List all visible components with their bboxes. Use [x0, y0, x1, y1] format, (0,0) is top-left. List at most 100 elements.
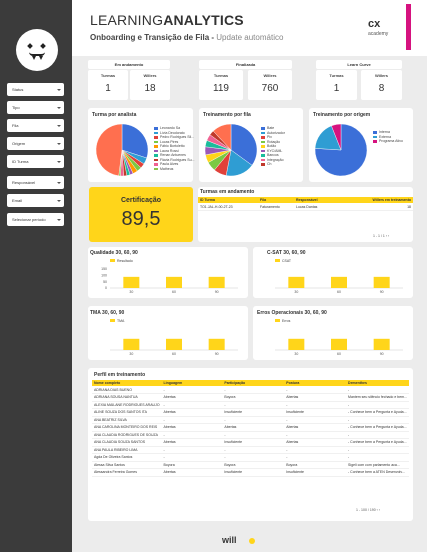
avatar-right-fang — [39, 56, 43, 60]
bar[interactable] — [288, 276, 305, 288]
legend-label: Programa Ativo — [379, 139, 403, 144]
table-row[interactable]: Alessa Silva Santos Boyora Boyora Boyora Sig… — [92, 461, 409, 469]
table-cell: Abertas — [284, 438, 347, 447]
table-cell: - — [222, 386, 285, 394]
table-cell: - — [346, 401, 409, 409]
y-tick-label: 100 — [101, 274, 107, 278]
y-tick-label: 50 — [103, 280, 107, 284]
table-row[interactable]: Agda De Oliveira Santos - - - - — [92, 453, 409, 462]
kpi-box: Turmas 119 — [199, 70, 243, 100]
chevron-down-icon — [57, 106, 61, 109]
table-row[interactable]: Alessandra Ferreira Gomes Abertas Insufici… — [92, 468, 409, 477]
filter-label: Status — [12, 87, 24, 92]
bar[interactable] — [208, 276, 225, 288]
x-tick-label: 90 — [380, 290, 384, 294]
table-cell: Sigeli com com parlamento aca... — [346, 461, 409, 469]
x-tick-label: 60 — [337, 290, 341, 294]
table-row[interactable]: TO1.JAL-H-00-2T-23 Faturamento Lucas Dan… — [198, 203, 413, 211]
bar[interactable] — [331, 338, 347, 350]
filter-tipo[interactable]: Tipo — [7, 101, 64, 114]
table-cell: - — [284, 401, 347, 409]
table-row[interactable]: ANA CAROLINA MONTEIRO DOS REIS Abertas Abe… — [92, 423, 409, 432]
pie-legend: Leonardo Sa Lívia Deodorato Pedro Rodrigue… — [154, 126, 194, 171]
kpi-box: Turmas 1 — [88, 70, 128, 100]
bar[interactable] — [123, 338, 140, 350]
table-cell: - — [161, 386, 223, 394]
table-row[interactable]: ANA PAULA RIBEIRO LIMA - - - - — [92, 446, 409, 454]
chart-title: TMA 30, 60, 90 — [90, 310, 125, 316]
table-cell: - — [222, 453, 285, 462]
table-cell: Boyora — [222, 393, 285, 402]
kpi-value: 8 — [378, 83, 385, 94]
table-cell: - — [346, 431, 409, 439]
legend-swatch — [154, 145, 158, 148]
table-cell: Alessandra Ferreira Gomes — [92, 468, 162, 477]
prev-page-icon[interactable]: ‹ — [377, 508, 378, 512]
table-row[interactable]: ANA BEATRIZ SILVA - - - - — [92, 416, 409, 424]
chevron-down-icon — [57, 218, 61, 221]
legend-swatch — [154, 149, 158, 152]
filter-origem[interactable]: Origem — [7, 137, 64, 150]
filter-id-turma[interactable]: ID Turma — [7, 155, 64, 168]
table-cell: Insuficiente — [284, 408, 347, 417]
filter-status[interactable]: Status — [7, 83, 64, 96]
table-cell: - Conhece bem a Pergunta e Ayuda... — [346, 438, 409, 447]
legend-swatch — [154, 127, 158, 130]
legend-label: Pedro Rodrigues Sil... — [160, 135, 195, 140]
bar[interactable] — [288, 338, 305, 350]
certificacao-value: 89,5 — [121, 208, 161, 230]
bar[interactable] — [331, 276, 347, 288]
bar[interactable] — [166, 276, 182, 288]
pie-card-fila: Treinamento por fila Bate Autorizador Pix R… — [199, 108, 303, 182]
table-row[interactable]: ADRIANA DIAS BUENO - - - - — [92, 386, 409, 394]
filter-periodo[interactable]: Selecionar período — [7, 213, 64, 226]
certificacao-label: Certificação — [120, 197, 162, 204]
kpi-box: Turmas 1 — [316, 70, 357, 100]
bar[interactable] — [166, 338, 182, 350]
bar[interactable] — [373, 276, 390, 288]
kpi-label: Willers — [374, 73, 389, 78]
filter-label: Fila — [12, 123, 19, 128]
table-cell: ALINE SOUZA DOS SANTOS ITA — [92, 408, 162, 417]
legend-swatch — [373, 140, 377, 143]
pagination-text: 1 - 1 / 1 — [373, 234, 385, 238]
turmas-table-wrap: ID Turma Fila Responsável Willers em tre… — [198, 197, 413, 211]
table-cell: Boyora — [222, 461, 285, 469]
filter-email[interactable]: Email — [7, 194, 64, 207]
next-page-icon[interactable]: › — [388, 234, 389, 238]
subtitle-text: Onboarding e Transição de Fila - — [90, 33, 215, 42]
bar-card-csat: C-SAT 30, 60, 90 CSAT 30 60 90 — [253, 247, 413, 298]
bar[interactable] — [123, 276, 140, 288]
table-cell: Abertas — [284, 423, 347, 432]
legend-swatch — [110, 259, 115, 262]
kpi-title: Finalizada — [199, 60, 292, 69]
pie-slice[interactable] — [95, 123, 123, 177]
table-row[interactable]: ANA CLAUDIA SOUZA SANTOS Abertas Insuficie… — [92, 438, 409, 447]
filter-responsavel[interactable]: Responsável — [7, 176, 64, 189]
table-cell: - — [346, 453, 409, 462]
table-row[interactable]: ADRIANA SOUSA NANTUA Abertas Boyora Abertas… — [92, 393, 409, 402]
kpi-label: Willers — [263, 73, 277, 78]
legend-swatch — [154, 131, 158, 134]
legend-label: Integração — [267, 157, 284, 162]
table-cell: Boyora — [161, 461, 223, 469]
next-page-icon[interactable]: › — [379, 508, 380, 512]
filter-fila[interactable]: Fila — [7, 119, 64, 132]
turmas-card: Turmas em andamento ID Turma Fila Respon… — [198, 187, 413, 242]
legend-swatch — [261, 158, 265, 161]
table-cell: ANA BEATRIZ SILVA — [92, 416, 162, 424]
table-cell: Insuficiente — [284, 468, 347, 477]
x-tick-label: 60 — [172, 290, 176, 294]
bar[interactable] — [373, 338, 390, 350]
table-row[interactable]: ALINE SOUZA DOS SANTOS ITA Abertas Insufic… — [92, 408, 409, 417]
table-cell: TO1.JAL-H-00-2T-23 — [198, 203, 258, 211]
table-cell: Alessa Silva Santos — [92, 461, 162, 469]
legend-swatch — [275, 319, 280, 322]
table-row[interactable]: ALEXIA MAILANE RODRIGUES ARAUJO - - - - — [92, 401, 409, 409]
table-cell: Insuficiente — [222, 408, 285, 417]
table-row[interactable]: ANA CLAUDIA RODRIGUES DE SOUZA - - - - — [92, 431, 409, 439]
prev-page-icon[interactable]: ‹ — [386, 234, 387, 238]
bar[interactable] — [208, 338, 225, 350]
will-logo: will — [222, 535, 237, 545]
chart-title: Qualidade 30, 60, 90 — [90, 250, 138, 256]
